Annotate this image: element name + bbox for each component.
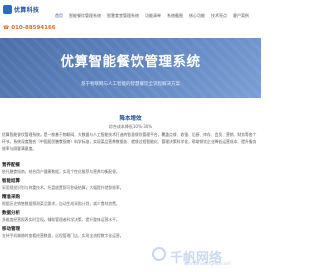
feature-desc: 依托膳食指南，结合用户健康数据，实现个性化推荐与营养均衡配餐。 <box>2 169 120 174</box>
nav-item-canteen-system[interactable]: 智慧食堂管理系统 <box>107 13 139 19</box>
feature-list: 营养配餐 依托膳食指南，结合用户健康数据，实现个性化推荐与营养均衡配餐。 智能结… <box>2 163 258 243</box>
hero-title: 优算智能餐饮管理系统 <box>60 54 201 70</box>
phone-row[interactable]: ☎ 010-88594166 <box>3 25 56 31</box>
list-item: 数据分析 多维度经营报表实时呈现，辅助管理者科学决策，提升整体运营水平。 <box>2 211 258 223</box>
phone-icon: ☎ <box>3 25 10 31</box>
metric-value: 综合成本降低10%-30% <box>108 124 153 129</box>
watermark: 千帆网络 qianfanwangluo.com <box>152 243 260 269</box>
list-item: 移动管理 支持手机端随时查看经营数据，远程管理门店，实现全流程数字化运营。 <box>2 227 258 239</box>
watermark-icon <box>152 247 166 261</box>
metric-title: 降本增效 <box>119 116 142 122</box>
feature-desc: 根据历史销售数据预测菜品需求，自动生成采购计划，减少食材浪费。 <box>2 201 120 206</box>
nav-item-tech-highlights[interactable]: 技术亮点 <box>211 13 227 19</box>
feature-desc: 支持手机端随时查看经营数据，远程管理门店，实现全流程数字化运营。 <box>2 233 124 238</box>
metric-block: 降本增效 综合成本降低10%-30% <box>0 114 261 130</box>
feature-desc: 多维度经营报表实时呈现，辅助管理者科学决策，提升整体运营水平。 <box>2 217 120 222</box>
logo-icon <box>3 5 12 14</box>
logo[interactable]: 优算科技 <box>3 5 39 14</box>
watermark-subtext: qianfanwangluo.com <box>184 262 231 267</box>
phone-number: 010-88594166 <box>11 25 56 31</box>
nav-item-screenshots[interactable]: 系统截图 <box>167 13 183 19</box>
nav-item-home[interactable]: 首页 <box>55 13 63 19</box>
hero-banner: 优算智能餐饮管理系统 基于物联网与人工智能的智慧餐饮全流程解决方案 <box>0 38 261 98</box>
list-item: 智能结算 采用视觉识别与称重技术，托盘放置即可秒级结算，大幅提升就餐效率。 <box>2 179 258 191</box>
nav-item-cases[interactable]: 客户案例 <box>233 13 249 19</box>
nav-item-features[interactable]: 功能清单 <box>145 13 161 19</box>
hero-subtitle: 基于物联网与人工智能的智慧餐饮全流程解决方案 <box>81 82 180 87</box>
top-bar: 优算科技 首页 智能餐饮管理系统 智慧食堂管理系统 功能清单 系统截图 核心功能… <box>0 0 261 38</box>
intro-paragraph: 优算智能餐饮管理系统，是一款基于物联网、大数据与人工智能技术打造的智慧餐饮管理平… <box>2 132 257 151</box>
feature-desc: 采用视觉识别与称重技术，托盘放置即可秒级结算，大幅提升就餐效率。 <box>2 185 124 190</box>
nav-item-core-functions[interactable]: 核心功能 <box>189 13 205 19</box>
nav-item-catering-system[interactable]: 智能餐饮管理系统 <box>69 13 101 19</box>
list-item: 精准采购 根据历史销售数据预测菜品需求，自动生成采购计划，减少食材浪费。 <box>2 195 258 207</box>
main-nav: 首页 智能餐饮管理系统 智慧食堂管理系统 功能清单 系统截图 核心功能 技术亮点… <box>55 13 249 19</box>
logo-text: 优算科技 <box>14 7 40 14</box>
list-item: 营养配餐 依托膳食指南，结合用户健康数据，实现个性化推荐与营养均衡配餐。 <box>2 163 258 175</box>
